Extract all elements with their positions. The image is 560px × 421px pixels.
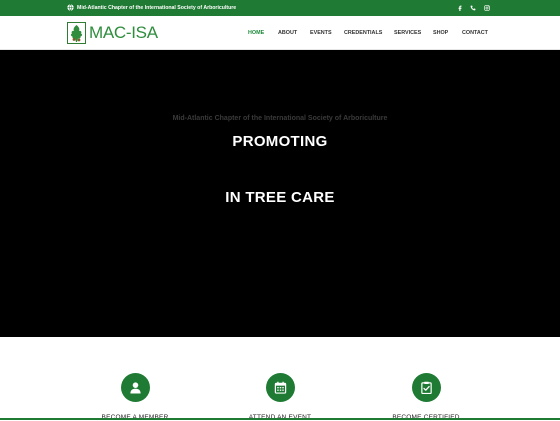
clipboard-check-icon bbox=[420, 381, 432, 394]
feature-icon-circle bbox=[265, 373, 295, 402]
nav-credentials[interactable]: CREDENTIALS bbox=[344, 29, 382, 37]
phone-link[interactable] bbox=[469, 3, 477, 12]
top-bar: Mid-Atlantic Chapter of the Internationa… bbox=[0, 0, 560, 16]
top-bar-tagline: Mid-Atlantic Chapter of the Internationa… bbox=[77, 5, 237, 11]
feature-icon-circle bbox=[120, 373, 150, 402]
hero-headline-line1: PROMOTING bbox=[232, 133, 328, 150]
feature-become-certified[interactable]: BECOME CERTIFIED bbox=[366, 373, 486, 421]
globe-icon bbox=[67, 4, 74, 11]
phone-icon bbox=[470, 5, 476, 10]
nav-home[interactable]: HOME bbox=[248, 29, 264, 37]
nav-about[interactable]: ABOUT bbox=[278, 29, 297, 37]
oak-leaf-logo-icon bbox=[67, 22, 86, 44]
nav-contact[interactable]: CONTACT bbox=[462, 29, 488, 37]
hero-kicker: Mid-Atlantic Chapter of the Internationa… bbox=[172, 115, 388, 122]
user-icon bbox=[129, 382, 141, 394]
feature-become-member[interactable]: BECOME A MEMBER bbox=[75, 373, 195, 421]
feature-row: BECOME A MEMBER ATTEND AN EVENT bbox=[0, 337, 560, 421]
logo-text: MAC-ISA bbox=[89, 23, 158, 42]
hero-banner: Mid-Atlantic Chapter of the Internationa… bbox=[0, 50, 560, 337]
feature-attend-event[interactable]: ATTEND AN EVENT bbox=[220, 373, 340, 421]
feature-icon-circle bbox=[411, 373, 441, 402]
nav-events[interactable]: EVENTS bbox=[310, 29, 332, 37]
site-header: MAC-ISA HOME ABOUT EVENTS CREDENTIALS SE… bbox=[0, 16, 560, 50]
instagram-link[interactable] bbox=[483, 3, 491, 12]
site-logo[interactable]: MAC-ISA bbox=[67, 21, 158, 45]
nav-shop[interactable]: SHOP bbox=[433, 29, 448, 37]
facebook-icon bbox=[458, 5, 462, 11]
calendar-icon bbox=[274, 381, 286, 394]
facebook-link[interactable] bbox=[456, 3, 464, 12]
hero-headline-line2: IN TREE CARE bbox=[225, 189, 335, 206]
instagram-icon bbox=[484, 4, 490, 11]
nav-services[interactable]: SERVICES bbox=[394, 29, 421, 37]
